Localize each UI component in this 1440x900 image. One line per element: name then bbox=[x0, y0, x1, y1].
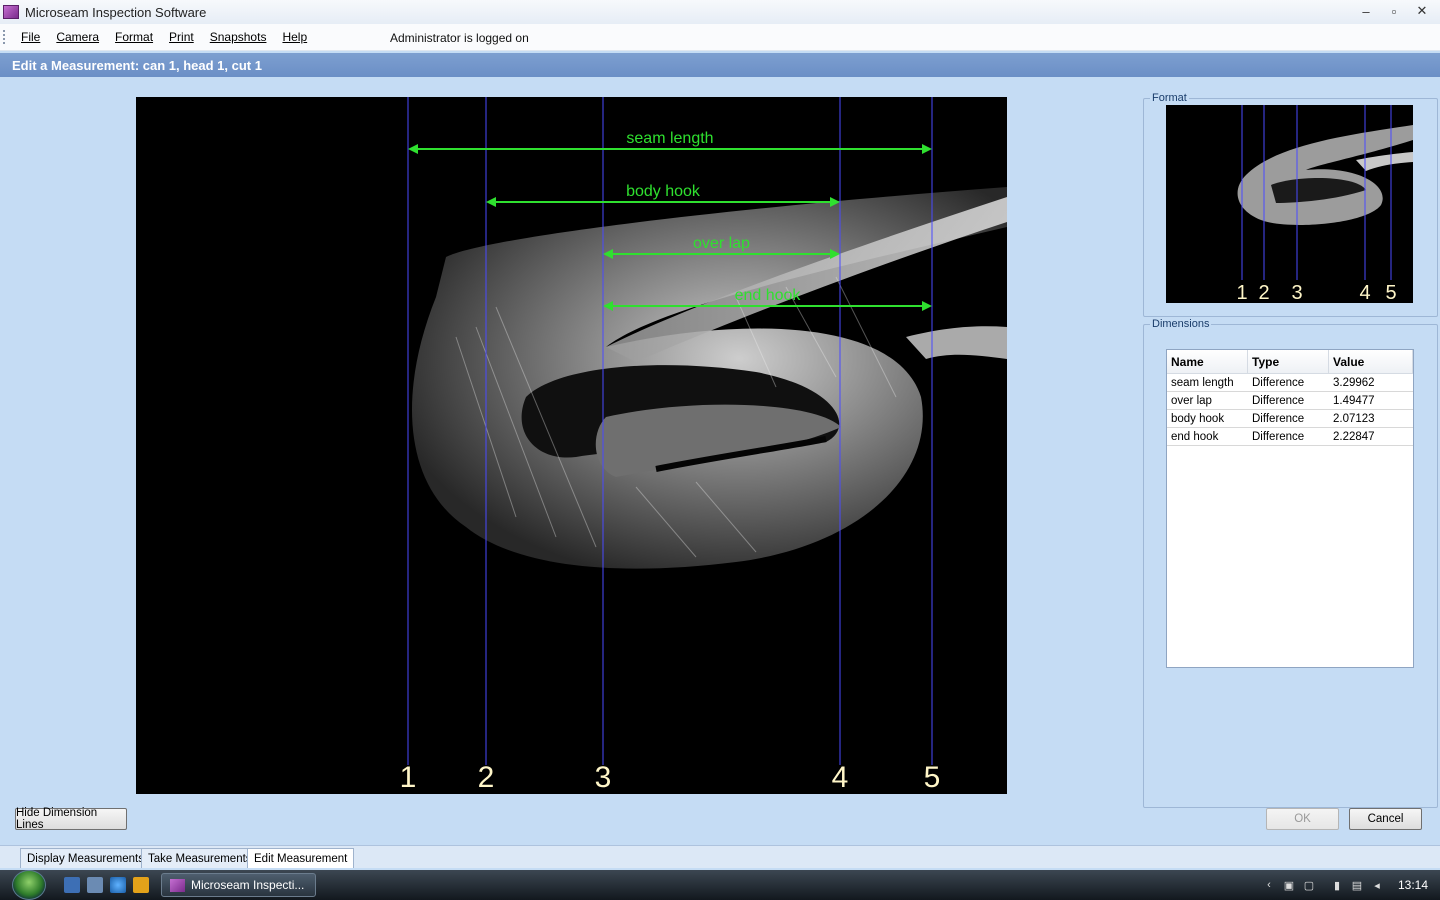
row-type: Difference bbox=[1252, 413, 1305, 425]
menu-help[interactable]: Help bbox=[274, 30, 315, 44]
tab-strip: Display Measurements Take Measurements E… bbox=[0, 845, 1440, 868]
row-type: Difference bbox=[1252, 431, 1305, 443]
table-row[interactable]: over lap Difference 1.49477 bbox=[1167, 392, 1413, 410]
ok-button[interactable]: OK bbox=[1266, 808, 1339, 830]
row-type: Difference bbox=[1252, 395, 1305, 407]
dimensions-legend: Dimensions bbox=[1150, 318, 1212, 330]
taskbar: Microseam Inspecti... ‹ ▣ ▢ ▮ ▤ ◂ 13:14 bbox=[0, 870, 1440, 900]
table-row[interactable]: body hook Difference 2.07123 bbox=[1167, 410, 1413, 428]
menu-camera[interactable]: Camera bbox=[48, 30, 107, 44]
seam-image-canvas: seam length body hook over lap end hook 1 2 3… bbox=[400, 97, 1007, 794]
maximize-button[interactable]: ▫ bbox=[1380, 2, 1408, 20]
menu-snapshots[interactable]: Snapshots bbox=[202, 30, 275, 44]
thumb-guide-number-5: 5 bbox=[1385, 282, 1396, 303]
thumb-guide-number-3: 3 bbox=[1291, 282, 1302, 303]
tab-edit-measurement[interactable]: Edit Measurement bbox=[247, 848, 355, 868]
tray-security-icon[interactable]: ▣ bbox=[1282, 878, 1296, 892]
row-name: over lap bbox=[1171, 395, 1212, 407]
dimensions-table: Name Type Value seam length Difference 3… bbox=[1166, 349, 1414, 668]
menu-format[interactable]: Format bbox=[107, 30, 161, 44]
table-row[interactable]: end hook Difference 2.22847 bbox=[1167, 428, 1413, 446]
tab-display-measurements[interactable]: Display Measurements bbox=[20, 848, 151, 868]
window-controls: – ▫ ✕ bbox=[1352, 2, 1436, 20]
page-title: Edit a Measurement: can 1, head 1, cut 1 bbox=[0, 53, 1440, 77]
title-bar: Microseam Inspection Software – ▫ ✕ bbox=[0, 0, 1440, 24]
dimension-seam-length[interactable]: seam length bbox=[408, 130, 932, 154]
taskbar-app-button[interactable]: Microseam Inspecti... bbox=[161, 873, 316, 897]
row-name: body hook bbox=[1171, 413, 1225, 425]
internet-explorer-icon[interactable] bbox=[110, 877, 126, 893]
dimension-label: body hook bbox=[626, 183, 701, 200]
row-value: 1.49477 bbox=[1333, 395, 1375, 407]
dimension-body-hook[interactable]: body hook bbox=[486, 183, 840, 207]
tray-network-icon[interactable]: ▤ bbox=[1350, 878, 1364, 892]
thumb-guide-number-2: 2 bbox=[1258, 282, 1269, 303]
hide-dimension-lines-button[interactable]: Hide Dimension Lines bbox=[15, 807, 127, 831]
media-player-icon[interactable] bbox=[133, 877, 149, 893]
minimize-button[interactable]: – bbox=[1352, 2, 1380, 20]
table-row[interactable]: seam length Difference 3.29962 bbox=[1167, 374, 1413, 392]
logon-status: Administrator is logged on bbox=[390, 31, 529, 45]
menu-bar: File Camera Format Print Snapshots Help … bbox=[0, 24, 1440, 51]
dimension-label: over lap bbox=[693, 235, 750, 252]
row-value: 3.29962 bbox=[1333, 377, 1375, 389]
guide-number-1: 1 bbox=[400, 761, 417, 794]
thumb-guide-number-4: 4 bbox=[1359, 282, 1370, 303]
switch-windows-icon[interactable] bbox=[87, 877, 103, 893]
guide-number-3: 3 bbox=[595, 761, 612, 794]
menu-grip-icon bbox=[3, 30, 7, 44]
column-header-name[interactable]: Name bbox=[1167, 350, 1248, 373]
column-header-type[interactable]: Type bbox=[1248, 350, 1329, 373]
format-legend: Format bbox=[1150, 92, 1189, 104]
tray-expand-icon[interactable]: ‹ bbox=[1262, 878, 1276, 892]
row-name: seam length bbox=[1171, 377, 1234, 389]
start-button[interactable] bbox=[12, 870, 46, 900]
tray-lock-icon[interactable]: ▢ bbox=[1302, 878, 1316, 892]
dimension-label: seam length bbox=[626, 130, 713, 147]
menu-file[interactable]: File bbox=[13, 30, 48, 44]
menu-print[interactable]: Print bbox=[161, 30, 202, 44]
seam-image-view[interactable]: seam length body hook over lap end hook 1 2 3… bbox=[136, 97, 1007, 794]
thumb-guide-number-1: 1 bbox=[1236, 282, 1247, 303]
close-button[interactable]: ✕ bbox=[1408, 2, 1436, 20]
guide-number-2: 2 bbox=[478, 761, 495, 794]
guide-number-4: 4 bbox=[832, 761, 849, 794]
cancel-button[interactable]: Cancel bbox=[1349, 808, 1422, 830]
dimension-label: end hook bbox=[735, 287, 802, 304]
app-icon bbox=[3, 5, 19, 19]
seam-right-strip bbox=[906, 326, 1007, 359]
row-name: end hook bbox=[1171, 431, 1219, 443]
table-header: Name Type Value bbox=[1167, 350, 1413, 374]
row-type: Difference bbox=[1252, 377, 1305, 389]
system-tray: ‹ ▣ ▢ ▮ ▤ ◂ 13:14 bbox=[1256, 870, 1440, 900]
taskbar-app-icon bbox=[170, 878, 185, 892]
show-desktop-icon[interactable] bbox=[64, 877, 80, 893]
format-thumbnail-canvas: 12 3 45 bbox=[1236, 105, 1413, 303]
taskbar-app-label: Microseam Inspecti... bbox=[191, 878, 305, 892]
row-value: 2.22847 bbox=[1333, 431, 1375, 443]
tray-volume-icon[interactable]: ◂ bbox=[1370, 878, 1384, 892]
format-thumbnail[interactable]: 12 3 45 bbox=[1166, 105, 1413, 303]
tab-take-measurements[interactable]: Take Measurements bbox=[141, 848, 259, 868]
taskbar-clock[interactable]: 13:14 bbox=[1398, 878, 1428, 892]
guide-number-5: 5 bbox=[924, 761, 941, 794]
tray-power-icon[interactable]: ▮ bbox=[1330, 878, 1344, 892]
row-value: 2.07123 bbox=[1333, 413, 1375, 425]
column-header-value[interactable]: Value bbox=[1329, 350, 1413, 373]
window-title: Microseam Inspection Software bbox=[25, 4, 207, 20]
